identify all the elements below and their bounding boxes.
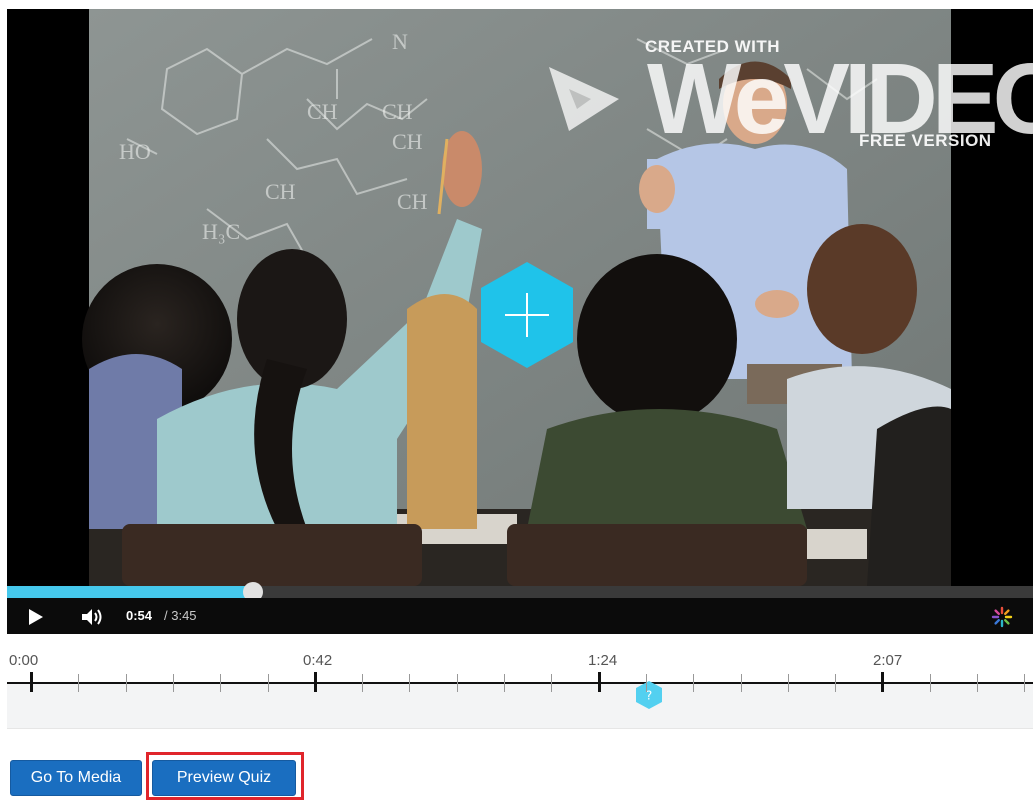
play-icon[interactable]: [27, 608, 45, 626]
timeline-minor-tick: [362, 674, 363, 692]
timeline-major-tick: [598, 672, 601, 692]
timeline-minor-tick: [835, 674, 836, 692]
svg-text:H₃C: H₃C: [202, 219, 240, 244]
video-progress-bar[interactable]: [7, 582, 1033, 602]
timeline-minor-tick: [268, 674, 269, 692]
total-time: / 3:45: [164, 608, 197, 623]
timeline-minor-tick: [126, 674, 127, 692]
timeline-minor-tick: [409, 674, 410, 692]
video-progress-fill: [7, 586, 253, 598]
timeline-minor-tick: [788, 674, 789, 692]
timeline-minor-tick: [173, 674, 174, 692]
settings-spinner-icon[interactable]: [991, 606, 1013, 628]
add-hexagon-button[interactable]: [477, 260, 577, 370]
timeline-major-tick: [314, 672, 317, 692]
timeline-major-tick: [30, 672, 33, 692]
timeline-major-tick: [881, 672, 884, 692]
timeline-label-1: 0:42: [303, 652, 333, 669]
timeline-minor-tick: [78, 674, 79, 692]
timeline-minor-tick: [930, 674, 931, 692]
svg-text:CH: CH: [382, 99, 413, 124]
svg-text:CH: CH: [307, 99, 338, 124]
svg-text:CH: CH: [392, 129, 423, 154]
quiz-timeline[interactable]: 0:00 0:42 1:24 2:07 ?: [7, 634, 1033, 729]
timeline-minor-tick: [741, 674, 742, 692]
timeline-minor-tick: [646, 674, 647, 692]
svg-text:N: N: [392, 29, 408, 54]
timeline-minor-tick: [693, 674, 694, 692]
quiz-marker-icon[interactable]: ?: [635, 680, 663, 710]
timeline-minor-tick: [504, 674, 505, 692]
video-player: HO CH CH CH CH CH H₃C N CREATED WITH WeV…: [7, 9, 1033, 634]
preview-quiz-button[interactable]: Preview Quiz: [152, 760, 296, 796]
timeline-label-2: 1:24: [588, 652, 618, 669]
go-to-media-button[interactable]: Go To Media: [10, 760, 142, 796]
timeline-minor-tick: [977, 674, 978, 692]
timeline-minor-tick: [220, 674, 221, 692]
video-control-bar: 0:54 / 3:45: [7, 598, 1033, 634]
svg-text:CH: CH: [397, 189, 428, 214]
svg-text:CH: CH: [265, 179, 296, 204]
volume-icon[interactable]: [80, 607, 104, 627]
timeline-minor-tick: [1024, 674, 1025, 692]
current-time: 0:54: [126, 608, 153, 623]
timeline-label-0: 0:00: [9, 652, 39, 669]
timeline-label-3: 2:07: [873, 652, 903, 669]
timeline-minor-tick: [457, 674, 458, 692]
timeline-axis: [7, 682, 1033, 684]
video-frame[interactable]: HO CH CH CH CH CH H₃C N CREATED WITH WeV…: [7, 9, 1033, 586]
svg-text:HO: HO: [119, 139, 151, 164]
timeline-minor-tick: [551, 674, 552, 692]
